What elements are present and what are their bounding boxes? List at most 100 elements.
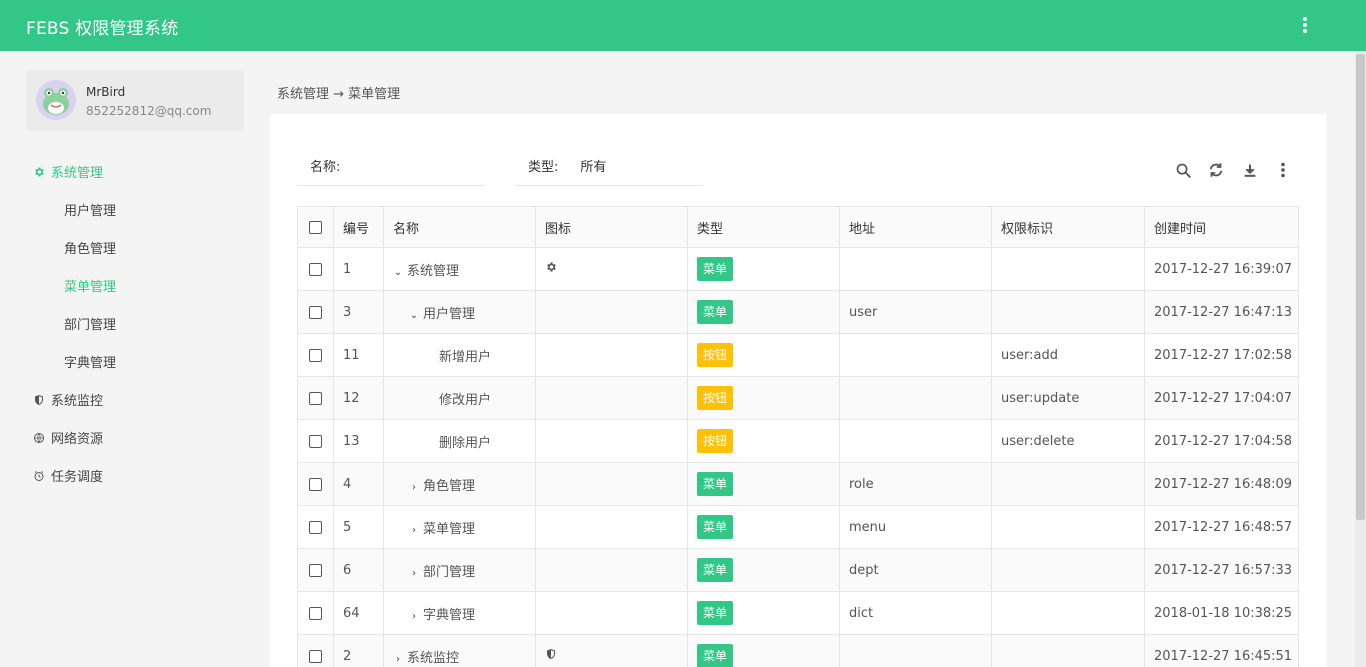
row-select-cell: [297, 419, 334, 463]
user-card: MrBird 852252812@qq.com: [26, 71, 244, 131]
column-header[interactable]: 创建时间: [1144, 206, 1299, 248]
cell-url: [839, 634, 992, 667]
sidebar-item-user-management[interactable]: 用户管理: [64, 200, 116, 219]
tree-indent: 删除用户: [393, 432, 491, 451]
more-vertical-icon[interactable]: [1274, 160, 1292, 180]
table-row[interactable]: 1 ⌄ 系统管理 菜单 2017-12-27 16:39:07: [297, 247, 1299, 291]
cell-type: 菜单: [687, 290, 840, 334]
row-checkbox[interactable]: [309, 606, 322, 620]
row-checkbox[interactable]: [309, 305, 322, 319]
type-filter-select[interactable]: 类型: 所有: [514, 146, 703, 186]
menu-name: 角色管理: [423, 478, 476, 494]
row-checkbox[interactable]: [309, 520, 322, 534]
cell-name: › 系统监控: [383, 634, 536, 667]
cell-icon: [535, 247, 688, 291]
cell-created-time: 2017-12-27 16:39:07: [1144, 247, 1299, 291]
type-badge: 菜单: [697, 300, 734, 324]
sidebar-item-role-management[interactable]: 角色管理: [64, 238, 116, 257]
cell-created-time: 2018-01-18 10:38:25: [1144, 591, 1299, 635]
row-select-cell: [297, 376, 334, 420]
cell-url: user: [839, 290, 992, 334]
tree-indent: › 系统监控: [393, 647, 459, 666]
column-header[interactable]: 名称: [383, 206, 536, 248]
table-row[interactable]: 12 修改用户 按钮 user:update 2017-12-27 17:04:07: [297, 376, 1299, 420]
sidebar-item-menu-management[interactable]: 菜单管理: [64, 276, 116, 295]
name-filter-field[interactable]: 名称:: [297, 146, 485, 186]
menu-name: 菜单管理: [423, 521, 476, 537]
chevron-right-icon[interactable]: ›: [409, 525, 419, 536]
row-checkbox[interactable]: [309, 477, 322, 491]
menu-name: 字典管理: [423, 607, 476, 623]
scrollbar-thumb[interactable]: [1356, 54, 1365, 520]
sidebar-item-label: 部门管理: [64, 318, 117, 333]
table-row[interactable]: 3 ⌄ 用户管理 菜单 user 2017-12-27 16:47:13: [297, 290, 1299, 334]
row-checkbox[interactable]: [309, 262, 322, 276]
row-checkbox[interactable]: [309, 348, 322, 362]
table-row[interactable]: 4 › 角色管理 菜单 role 2017-12-27 16:48:09: [297, 462, 1299, 506]
table-row[interactable]: 64 › 字典管理 菜单 dict 2018-01-18 10:38:25: [297, 591, 1299, 635]
sidebar-item-dict-management[interactable]: 字典管理: [64, 352, 116, 371]
table-row[interactable]: 6 › 部门管理 菜单 dept 2017-12-27 16:57:33: [297, 548, 1299, 592]
cell-id: 11: [333, 333, 384, 377]
tree-indent: › 角色管理: [393, 475, 475, 494]
table-row[interactable]: 2 › 系统监控 菜单 2017-12-27 16:45:51: [297, 634, 1299, 667]
type-badge: 菜单: [697, 472, 734, 496]
select-all-checkbox[interactable]: [309, 220, 322, 234]
cell-icon: [535, 548, 688, 592]
type-badge: 按钮: [697, 343, 734, 367]
sidebar-item-system-management[interactable]: 系统管理: [33, 162, 103, 181]
sidebar-item-label: 网络资源: [51, 432, 104, 447]
table-row[interactable]: 13 删除用户 按钮 user:delete 2017-12-27 17:04:58: [297, 419, 1299, 463]
download-icon[interactable]: [1241, 160, 1259, 180]
search-icon[interactable]: [1174, 160, 1192, 180]
cell-name: › 部门管理: [383, 548, 536, 592]
row-checkbox[interactable]: [309, 563, 322, 577]
type-badge: 菜单: [697, 601, 734, 625]
cell-created-time: 2017-12-27 16:48:57: [1144, 505, 1299, 549]
cell-type: 菜单: [687, 247, 840, 291]
column-header[interactable]: 编号: [333, 206, 384, 248]
column-header[interactable]: 类型: [687, 206, 840, 248]
shield-icon: [35, 394, 43, 405]
cell-icon: [535, 290, 688, 334]
cell-name: ⌄ 用户管理: [383, 290, 536, 334]
row-checkbox[interactable]: [309, 391, 322, 405]
type-badge: 按钮: [697, 429, 734, 453]
tree-indent: › 字典管理: [393, 604, 475, 623]
menu-name: 部门管理: [423, 564, 476, 580]
row-checkbox[interactable]: [309, 649, 322, 663]
sidebar-item-label: 任务调度: [51, 470, 104, 485]
cell-icon: [535, 505, 688, 549]
cell-permission: user:delete: [991, 419, 1145, 463]
row-checkbox[interactable]: [309, 434, 322, 448]
column-header[interactable]: 地址: [839, 206, 992, 248]
sidebar-item-system-monitor[interactable]: 系统监控: [33, 390, 103, 409]
column-header[interactable]: 图标: [535, 206, 688, 248]
cell-type: 按钮: [687, 333, 840, 377]
cell-type: 按钮: [687, 419, 840, 463]
row-select-cell: [297, 462, 334, 506]
sidebar-item-dept-management[interactable]: 部门管理: [64, 314, 116, 333]
sidebar-item-task-scheduling[interactable]: 任务调度: [33, 466, 103, 485]
more-vertical-icon[interactable]: [1296, 15, 1314, 35]
chevron-right-icon[interactable]: ›: [409, 568, 419, 579]
type-badge: 菜单: [697, 515, 734, 539]
sidebar-item-network-resources[interactable]: 网络资源: [33, 428, 103, 447]
refresh-icon[interactable]: [1207, 160, 1225, 180]
menu-name: 新增用户: [439, 349, 492, 365]
table-row[interactable]: 5 › 菜单管理 菜单 menu 2017-12-27 16:48:57: [297, 505, 1299, 549]
type-filter-value: 所有: [580, 160, 607, 175]
cell-id: 64: [333, 591, 384, 635]
chevron-down-icon[interactable]: ⌄: [393, 267, 403, 278]
cell-icon: [535, 376, 688, 420]
shield-icon: [545, 649, 557, 664]
cell-created-time: 2017-12-27 17:02:58: [1144, 333, 1299, 377]
cell-permission: [991, 634, 1145, 667]
chevron-down-icon[interactable]: ⌄: [409, 310, 419, 321]
avatar: [36, 80, 76, 120]
table-row[interactable]: 11 新增用户 按钮 user:add 2017-12-27 17:02:58: [297, 333, 1299, 377]
chevron-right-icon[interactable]: ›: [393, 654, 403, 665]
chevron-right-icon[interactable]: ›: [409, 482, 419, 493]
column-header[interactable]: 权限标识: [991, 206, 1145, 248]
chevron-right-icon[interactable]: ›: [409, 611, 419, 622]
